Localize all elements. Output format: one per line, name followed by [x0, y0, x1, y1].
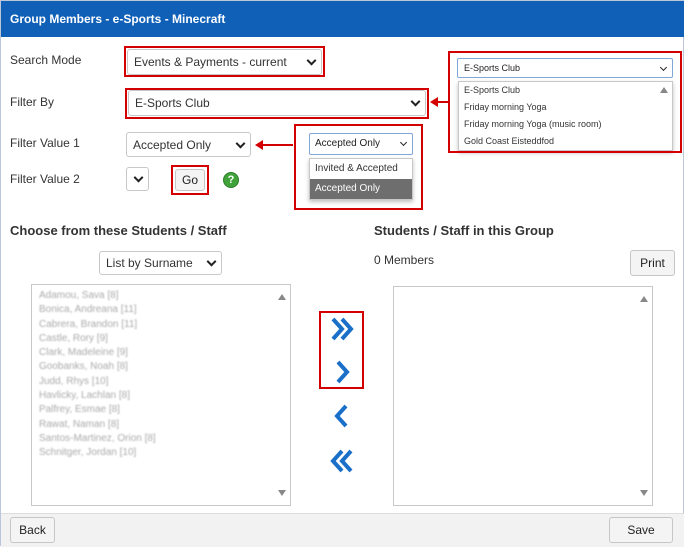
back-button[interactable]: Back [10, 517, 55, 543]
callout-arrow-head [430, 97, 438, 107]
window-title: Group Members - e-Sports - Minecraft [1, 1, 684, 37]
filter-value1-label: Filter Value 1 [10, 136, 80, 150]
student-list-item[interactable]: Palfrey, Esmae [8] [39, 403, 156, 417]
filter-value2-select[interactable] [126, 167, 149, 191]
highlight-box [448, 51, 682, 153]
student-list-item[interactable]: Bonica, Andreana [11] [39, 303, 156, 317]
save-button[interactable]: Save [609, 517, 673, 543]
chevron-down-icon [235, 138, 246, 149]
group-members-window: Group Members - e-Sports - Minecraft Sea… [0, 0, 684, 547]
member-count: 0 Members [374, 253, 435, 267]
chevron-down-icon [206, 256, 217, 267]
remove-selected-icon[interactable] [328, 402, 356, 430]
search-mode-label: Search Mode [10, 53, 82, 67]
student-list-item[interactable]: Adamou, Sava [8] [39, 289, 156, 303]
filter-value1-value: Accepted Only [133, 137, 212, 152]
student-list-item[interactable]: Schnitger, Jordan [10] [39, 446, 156, 460]
student-list-item[interactable]: Castle, Rory [9] [39, 332, 156, 346]
chevron-down-icon [133, 172, 144, 183]
student-list-item[interactable]: Rawat, Naman [8] [39, 418, 156, 432]
remove-all-icon[interactable] [328, 447, 356, 475]
sort-value: List by Surname [106, 256, 193, 270]
student-list-item[interactable]: Judd, Rhys [10] [39, 375, 156, 389]
filter-value1-select[interactable]: Accepted Only [126, 132, 251, 157]
student-list-item[interactable]: Havlicky, Lachlan [8] [39, 389, 156, 403]
student-list-item[interactable]: Goobanks, Noah [8] [39, 360, 156, 374]
student-list-item[interactable]: Clark, Madeleine [9] [39, 346, 156, 360]
student-list-items: Adamou, Sava [8] Bonica, Andreana [11] Cab… [39, 289, 156, 461]
highlight-box [125, 88, 429, 119]
sort-select[interactable]: List by Surname [99, 251, 222, 275]
highlight-box [171, 165, 209, 195]
highlight-box [294, 124, 423, 210]
scroll-up-icon[interactable] [278, 294, 286, 300]
callout-arrow-head [255, 140, 263, 150]
student-list-item[interactable]: Cabrera, Brandon [11] [39, 318, 156, 332]
group-members-list[interactable] [393, 286, 653, 506]
available-list-heading: Choose from these Students / Staff [10, 223, 227, 238]
scroll-down-icon[interactable] [278, 490, 286, 496]
callout-arrow-line [263, 144, 293, 146]
scroll-up-icon[interactable] [640, 296, 648, 302]
student-list-item[interactable]: Santos-Martinez, Orion [8] [39, 432, 156, 446]
footer-bar: Back Save [1, 513, 684, 547]
print-button[interactable]: Print [630, 250, 675, 276]
filter-by-label: Filter By [10, 95, 55, 109]
group-list-heading: Students / Staff in this Group [374, 223, 554, 238]
help-icon[interactable]: ? [223, 172, 239, 188]
highlight-box [124, 46, 325, 77]
scroll-down-icon[interactable] [640, 490, 648, 496]
add-all-icon[interactable] [328, 315, 356, 343]
available-students-list[interactable]: Adamou, Sava [8] Bonica, Andreana [11] Cab… [31, 284, 291, 506]
filter-value2-label: Filter Value 2 [10, 172, 80, 186]
add-selected-icon[interactable] [328, 358, 356, 386]
